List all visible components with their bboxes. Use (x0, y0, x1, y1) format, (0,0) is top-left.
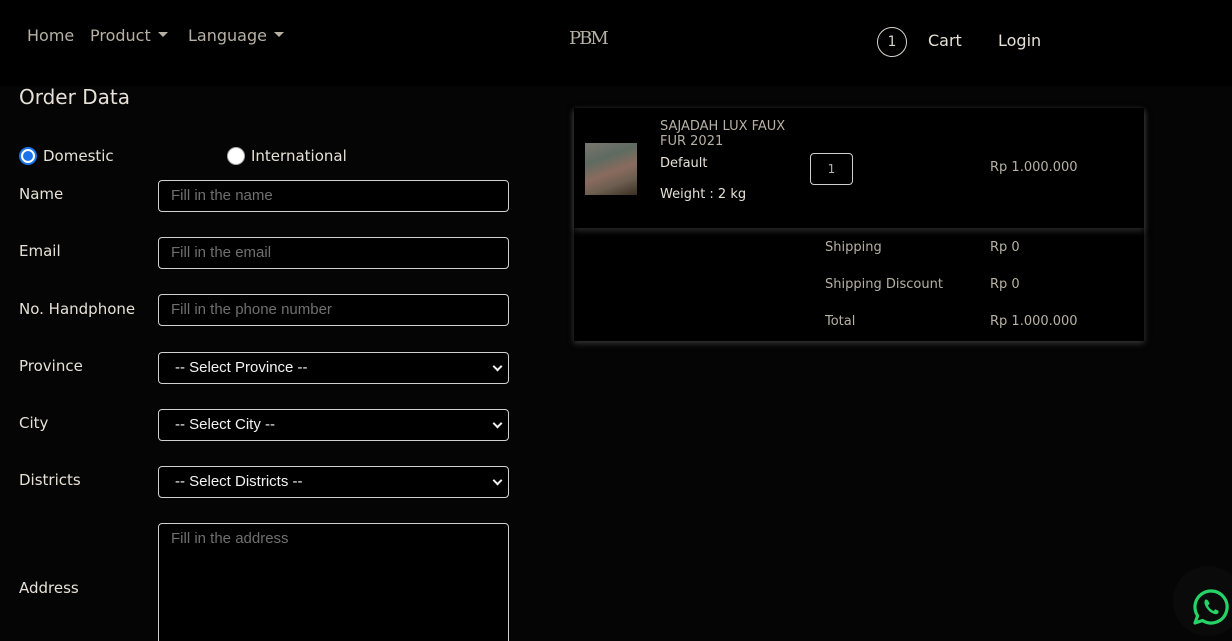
city-select[interactable]: -- Select City -- (158, 409, 509, 441)
name-label: Name (19, 185, 64, 203)
nav-language-dropdown[interactable]: Language (188, 26, 284, 45)
radio-button-checked[interactable] (19, 147, 37, 165)
radio-domestic-label: Domestic (43, 147, 114, 165)
total-label: Total (825, 314, 856, 329)
brand-logo[interactable]: PBM (569, 28, 609, 49)
phone-label: No. Handphone (19, 300, 136, 318)
shipping-value: Rp 0 (990, 240, 1020, 255)
chevron-down-icon (157, 32, 168, 37)
cart-item-row: SAJADAH LUX FAUX FUR 2021 Default Weight… (574, 108, 1144, 228)
total-value: Rp 1.000.000 (990, 314, 1078, 329)
radio-domestic[interactable]: Domestic (19, 147, 114, 165)
login-link[interactable]: Login (998, 31, 1041, 50)
districts-select-value: -- Select Districts -- (175, 473, 303, 490)
radio-international-label: International (251, 147, 347, 165)
product-weight: Weight : 2 kg (660, 187, 747, 202)
address-textarea[interactable]: Fill in the address (158, 523, 509, 641)
name-input[interactable]: Fill in the name (158, 180, 509, 212)
cart-link[interactable]: Cart (928, 31, 962, 50)
nav-product-label: Product (90, 26, 151, 45)
whatsapp-icon[interactable] (1192, 588, 1230, 626)
product-price: Rp 1.000.000 (990, 160, 1078, 175)
shipping-discount-value: Rp 0 (990, 277, 1020, 292)
province-select[interactable]: -- Select Province -- (158, 352, 509, 384)
city-select-value: -- Select City -- (175, 416, 276, 433)
province-select-value: -- Select Province -- (175, 359, 308, 376)
product-thumbnail (585, 143, 637, 195)
nav-product-dropdown[interactable]: Product (90, 26, 168, 45)
product-variant: Default (660, 156, 708, 171)
address-label: Address (19, 579, 79, 597)
districts-select[interactable]: -- Select Districts -- (158, 466, 509, 498)
chevron-down-icon (492, 475, 503, 486)
email-input[interactable]: Fill in the email (158, 237, 509, 269)
districts-label: Districts (19, 471, 81, 489)
email-label: Email (19, 242, 61, 260)
shipping-label: Shipping (825, 240, 882, 255)
province-label: Province (19, 357, 83, 375)
nav-home-link[interactable]: Home (27, 26, 74, 45)
nav-language-label: Language (188, 26, 267, 45)
shipping-discount-label: Shipping Discount (825, 277, 943, 292)
city-label: City (19, 414, 49, 432)
chevron-down-icon (273, 32, 284, 37)
order-summary-card: SAJADAH LUX FAUX FUR 2021 Default Weight… (574, 108, 1144, 341)
top-navbar: Home Product Language PBM 1 Cart Login (0, 0, 1232, 86)
phone-input[interactable]: Fill in the phone number (158, 294, 509, 326)
quantity-input[interactable]: 1 (810, 153, 853, 185)
radio-button-unchecked[interactable] (227, 147, 245, 165)
chevron-down-icon (492, 361, 503, 372)
page-title: Order Data (19, 85, 130, 109)
chevron-down-icon (492, 418, 503, 429)
cart-count-badge[interactable]: 1 (877, 27, 907, 57)
radio-international[interactable]: International (227, 147, 347, 165)
product-name: SAJADAH LUX FAUX FUR 2021 (660, 119, 786, 149)
